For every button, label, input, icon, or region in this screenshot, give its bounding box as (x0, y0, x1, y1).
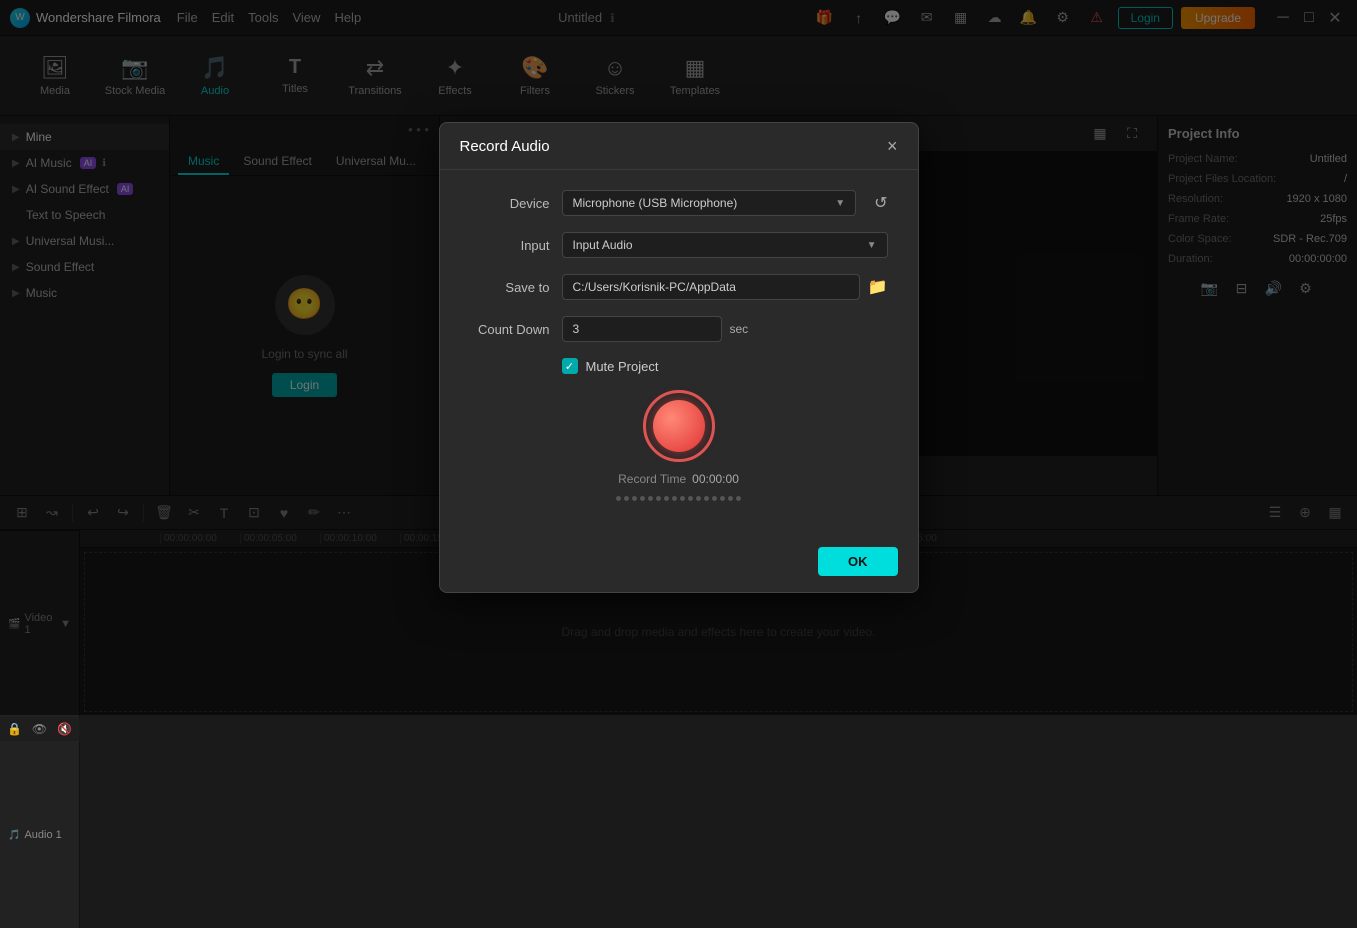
save-path-control: C:/Users/Korisnik-PC/AppData 📁 (562, 274, 888, 300)
save-to-row: Save to C:/Users/Korisnik-PC/AppData 📁 (470, 274, 888, 300)
dot-6 (656, 496, 661, 501)
dot-16 (736, 496, 741, 501)
device-selector[interactable]: Microphone (USB Microphone) ▼ (562, 190, 857, 216)
video-lock-icon[interactable]: 🔒 (4, 717, 25, 741)
modal-body: Device Microphone (USB Microphone) ▼ ↺ I… (440, 170, 918, 537)
modal-title: Record Audio (460, 138, 550, 155)
record-progress-dots (616, 496, 741, 501)
device-dropdown-arrow: ▼ (835, 198, 845, 209)
device-label: Device (470, 196, 550, 211)
refresh-device-icon[interactable]: ↺ (874, 193, 887, 213)
dot-10 (688, 496, 693, 501)
mute-label: Mute Project (586, 359, 659, 374)
record-button[interactable] (643, 390, 715, 462)
input-value: Input Audio (573, 238, 633, 252)
modal-footer: OK (440, 537, 918, 592)
modal-header: Record Audio × (440, 123, 918, 170)
dot-15 (728, 496, 733, 501)
modal-close-button[interactable]: × (887, 137, 898, 155)
audio-track-label: Audio 1 (24, 829, 61, 841)
dot-13 (712, 496, 717, 501)
countdown-label: Count Down (470, 322, 550, 337)
dot-11 (696, 496, 701, 501)
dot-12 (704, 496, 709, 501)
video-hide-icon[interactable]: 👁 (29, 717, 50, 741)
record-time-label: Record Time (618, 472, 686, 486)
record-button-area: Record Time 00:00:00 (470, 390, 888, 501)
dot-4 (640, 496, 645, 501)
mute-project-row: ✓ Mute Project (470, 358, 888, 374)
input-row: Input Input Audio ▼ (470, 232, 888, 258)
dot-9 (680, 496, 685, 501)
input-selector[interactable]: Input Audio ▼ (562, 232, 888, 258)
video-mute-icon[interactable]: 🔇 (54, 717, 75, 741)
input-dropdown-arrow: ▼ (867, 240, 877, 251)
record-audio-modal: Record Audio × Device Microphone (USB Mi… (439, 122, 919, 593)
ok-button[interactable]: OK (818, 547, 898, 576)
video-track-controls: 🔒 👁 🔇 (0, 717, 79, 742)
dot-2 (624, 496, 629, 501)
dot-3 (632, 496, 637, 501)
track-label-audio1: 🎵 Audio 1 (0, 742, 80, 928)
countdown-input[interactable] (562, 316, 722, 342)
device-value: Microphone (USB Microphone) (573, 196, 738, 210)
folder-browse-icon[interactable]: 📁 (868, 277, 888, 297)
audio-track-icon: 🎵 (8, 830, 20, 841)
modal-overlay: Record Audio × Device Microphone (USB Mi… (0, 0, 1357, 715)
save-path-value: C:/Users/Korisnik-PC/AppData (562, 274, 860, 300)
save-to-label: Save to (470, 280, 550, 295)
mute-checkbox[interactable]: ✓ (562, 358, 578, 374)
dot-7 (664, 496, 669, 501)
record-inner-circle (653, 400, 705, 452)
input-label: Input (470, 238, 550, 253)
dot-5 (648, 496, 653, 501)
device-row: Device Microphone (USB Microphone) ▼ ↺ (470, 190, 888, 216)
dot-14 (720, 496, 725, 501)
sec-label: sec (730, 322, 749, 336)
record-time-row: Record Time 00:00:00 (618, 472, 739, 486)
dot-8 (672, 496, 677, 501)
countdown-row: Count Down sec (470, 316, 888, 342)
countdown-input-group: sec (562, 316, 749, 342)
record-time-value: 00:00:00 (692, 472, 739, 486)
dot-1 (616, 496, 621, 501)
